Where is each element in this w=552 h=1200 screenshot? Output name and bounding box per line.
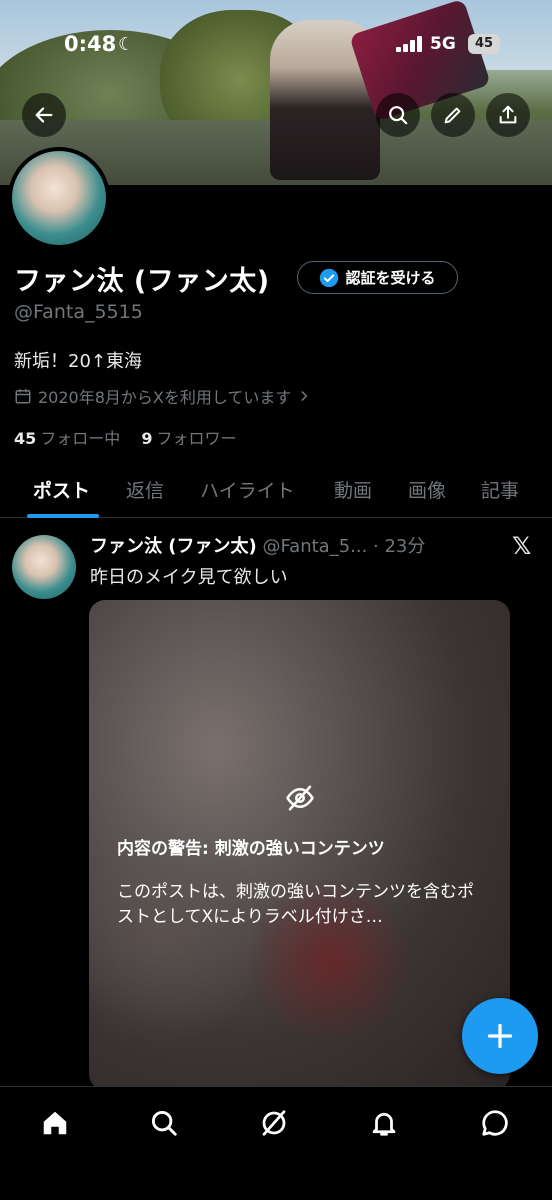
following-count: 45 [14, 429, 37, 448]
content-warning-body: このポストは、刺激の強いコンテンツを含むポストとしてXによりラベル付けさ… [117, 882, 474, 927]
post-avatar[interactable] [12, 535, 76, 599]
following-label: フォロー中 [40, 429, 121, 448]
compose-button[interactable] [462, 998, 538, 1074]
nav-notifications[interactable] [364, 1103, 404, 1143]
avatar-image [12, 151, 106, 245]
profile-tabs: ポスト 返信 ハイライト 動画 画像 記事 [0, 464, 552, 518]
followers-count: 9 [141, 429, 153, 448]
bottom-navigation [0, 1086, 552, 1200]
grok-icon [262, 1110, 286, 1136]
post-author-name[interactable]: ファン汰 (ファン太) [90, 536, 257, 557]
plus-icon [487, 1023, 513, 1049]
joined-date-row[interactable]: 2020年8月からXを利用しています [14, 384, 311, 408]
nav-grok[interactable] [254, 1103, 294, 1143]
followers-label: フォロワー [156, 429, 237, 448]
status-time: 0:48 [64, 32, 117, 56]
post-header: ファン汰 (ファン太) @Fanta_5... · 23分 [90, 532, 425, 558]
x-logo-icon: 𝕏 [512, 532, 532, 560]
do-not-disturb-icon: ☾ [118, 34, 135, 55]
profile-handle: @Fanta_5515 [14, 301, 143, 323]
post-text: 昨日のメイク見て欲しい [90, 567, 288, 588]
search-icon [389, 106, 408, 125]
post-meta: @Fanta_5... · 23分 [262, 536, 426, 557]
edit-profile-button[interactable] [431, 93, 475, 137]
get-verified-button[interactable]: 認証を受ける [297, 261, 458, 294]
get-verified-label: 認証を受ける [345, 269, 436, 287]
search-icon [151, 1110, 177, 1136]
profile-name: ファン汰 (ファン太) [14, 266, 270, 297]
network-type: 5G [430, 34, 456, 54]
verified-badge-icon [320, 268, 339, 287]
tab-images[interactable]: 画像 [408, 476, 446, 503]
nav-messages[interactable] [475, 1103, 515, 1143]
share-icon [499, 105, 517, 124]
tab-articles[interactable]: 記事 [481, 476, 519, 503]
eye-off-icon [286, 785, 314, 811]
home-icon [43, 1111, 67, 1135]
following-link[interactable]: 45 フォロー中 [14, 429, 120, 448]
joined-date: 2020年8月からXを利用しています [38, 388, 292, 407]
followers-link[interactable]: 9 フォロワー [141, 429, 236, 448]
share-button[interactable] [486, 93, 530, 137]
messages-icon [482, 1110, 508, 1136]
back-button[interactable] [22, 93, 66, 137]
content-warning-title: 内容の警告: 刺激の強いコンテンツ [117, 839, 385, 859]
tab-replies[interactable]: 返信 [126, 476, 164, 503]
sensitive-media[interactable]: 内容の警告: 刺激の強いコンテンツ このポストは、刺激の強いコンテンツを含むポス… [89, 600, 510, 1090]
signal-icon [396, 36, 424, 52]
tab-videos[interactable]: 動画 [334, 476, 372, 503]
nav-home[interactable] [35, 1103, 75, 1143]
back-arrow-icon [35, 107, 53, 123]
tab-highlights[interactable]: ハイライト [200, 476, 295, 503]
chevron-right-icon [301, 391, 308, 401]
calendar-icon [15, 389, 31, 404]
battery-indicator: 45 [468, 34, 500, 54]
notifications-icon [372, 1112, 396, 1136]
status-bar: 0:48 ☾ 5G 45 [0, 30, 552, 60]
tab-posts[interactable]: ポスト [33, 476, 90, 503]
nav-search[interactable] [144, 1103, 184, 1143]
active-tab-indicator [27, 514, 99, 518]
profile-bio: 新垢！20↑東海 [14, 351, 142, 372]
profile-avatar[interactable] [8, 147, 110, 249]
follow-stats: 45 フォロー中 9 フォロワー [14, 425, 237, 449]
edit-icon [444, 107, 461, 124]
search-button[interactable] [376, 93, 420, 137]
